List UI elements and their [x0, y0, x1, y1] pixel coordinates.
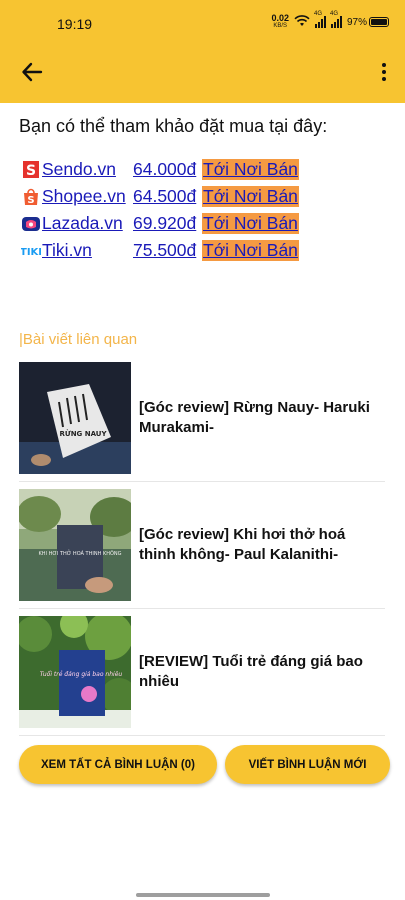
app-bar	[0, 42, 405, 103]
signal-icon: 4G	[314, 11, 326, 28]
shop-link-shopee[interactable]: S Shopee.vn	[21, 186, 133, 207]
home-indicator[interactable]	[136, 893, 270, 897]
shop-name: Tiki.vn	[42, 240, 92, 260]
battery-indicator: 97%	[347, 17, 389, 28]
thumb-text: Tuổi trẻ đáng giá bao nhiêu	[40, 671, 123, 678]
lazada-logo-icon	[21, 214, 41, 234]
related-articles-list: RỪNG NAUY [Góc review] Rừng Nauy- Haruki…	[19, 355, 385, 736]
network-speed-value: 0.02	[271, 13, 289, 23]
signal-label: 4G	[313, 11, 322, 17]
network-speed-unit: KB/S	[273, 23, 288, 29]
article-title: [REVIEW] Tuổi trẻ đáng giá bao nhiêu	[139, 653, 363, 690]
article-item[interactable]: RỪNG NAUY [Góc review] Rừng Nauy- Haruki…	[19, 355, 385, 482]
arrow-left-icon	[22, 62, 43, 82]
go-to-seller-tiki[interactable]: Tới Nơi Bán	[202, 240, 299, 261]
shopee-logo-icon: S	[21, 187, 41, 207]
article-thumbnail: KHI HƠI THỞ HOÁ THINH KHÔNG	[19, 489, 131, 601]
shop-price-shopee[interactable]: 64.500đ	[133, 186, 202, 207]
shop-list: S Sendo.vn 64.000đ Tới Nơi Bán S Shopee.…	[21, 156, 391, 264]
back-button[interactable]	[18, 58, 46, 86]
shop-row-sendo: S Sendo.vn 64.000đ Tới Nơi Bán	[21, 156, 391, 183]
shop-link-sendo[interactable]: S Sendo.vn	[21, 159, 133, 180]
svg-text:S: S	[26, 163, 36, 179]
svg-text:TIKI: TIKI	[21, 247, 41, 258]
article-thumbnail: Tuổi trẻ đáng giá bao nhiêu	[19, 616, 131, 728]
related-articles-heading: |Bài viết liên quan	[19, 331, 138, 348]
go-to-seller-sendo[interactable]: Tới Nơi Bán	[202, 159, 299, 180]
write-comment-button[interactable]: VIẾT BÌNH LUẬN MỚI	[225, 745, 390, 784]
more-vertical-icon	[382, 63, 386, 67]
sendo-logo-icon: S	[21, 160, 41, 180]
go-to-seller-shopee[interactable]: Tới Nơi Bán	[202, 186, 299, 207]
tiki-logo-icon: TIKI	[21, 241, 41, 261]
shop-link-lazada[interactable]: Lazada.vn	[21, 213, 133, 234]
shop-price-lazada[interactable]: 69.920đ	[133, 213, 202, 234]
article-title: [Góc review] Khi hơi thở hoá thinh không…	[139, 526, 346, 563]
article-item[interactable]: Tuổi trẻ đáng giá bao nhiêu [REVIEW] Tuổ…	[19, 609, 385, 736]
shop-row-lazada: Lazada.vn 69.920đ Tới Nơi Bán	[21, 210, 391, 237]
shop-name: Lazada.vn	[42, 213, 123, 233]
thumb-text: RỪNG NAUY	[59, 429, 107, 438]
shop-row-tiki: TIKI Tiki.vn 75.500đ Tới Nơi Bán	[21, 237, 391, 264]
battery-percent: 97%	[346, 16, 367, 28]
more-options-button[interactable]	[377, 58, 391, 86]
shop-price-sendo[interactable]: 64.000đ	[133, 159, 202, 180]
wifi-icon	[294, 14, 310, 30]
thumb-text: KHI HƠI THỞ HOÁ THINH KHÔNG	[38, 549, 121, 557]
battery-icon	[369, 17, 389, 27]
shop-row-shopee: S Shopee.vn 64.500đ Tới Nơi Bán	[21, 183, 391, 210]
svg-text:S: S	[27, 195, 34, 206]
shop-name: Sendo.vn	[42, 159, 116, 179]
go-to-seller-lazada[interactable]: Tới Nơi Bán	[202, 213, 299, 234]
signal-label: 4G	[329, 11, 338, 17]
shop-link-tiki[interactable]: TIKI Tiki.vn	[21, 240, 133, 261]
purchase-intro-text: Bạn có thể tham khảo đặt mua tại đây:	[19, 116, 328, 136]
network-speed: 0.02 KB/S	[271, 14, 289, 30]
status-icons: 0.02 KB/S 4G 4G 97%	[271, 11, 389, 30]
view-all-comments-button[interactable]: XEM TẤT CẢ BÌNH LUẬN (0)	[19, 745, 217, 784]
article-item[interactable]: KHI HƠI THỞ HOÁ THINH KHÔNG [Góc review]…	[19, 482, 385, 609]
signal-icon: 4G	[330, 11, 342, 28]
status-time: 19:19	[57, 16, 93, 32]
shop-name: Shopee.vn	[42, 186, 126, 206]
article-thumbnail: RỪNG NAUY	[19, 362, 131, 474]
status-bar: 19:19 0.02 KB/S 4G 4G 97%	[0, 0, 405, 42]
article-title: [Góc review] Rừng Nauy- Haruki Murakami-	[139, 399, 370, 436]
shop-price-tiki[interactable]: 75.500đ	[133, 240, 202, 261]
